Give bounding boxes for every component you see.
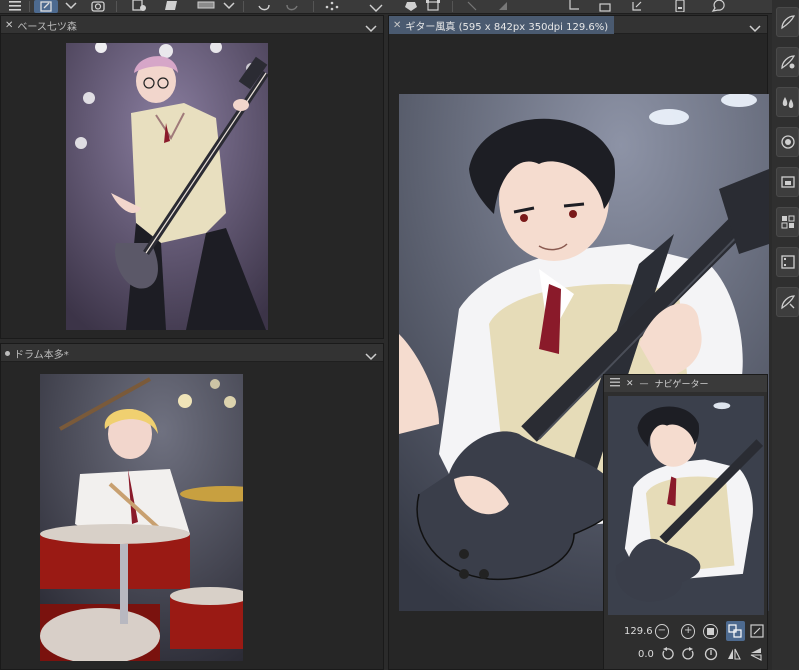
tab-bar: ✕ ベース七ツ森: [1, 16, 383, 34]
canvas-artwork-bass[interactable]: [66, 43, 268, 330]
toolbar-divider: [243, 1, 244, 12]
tab-drums[interactable]: ドラム本多*: [1, 344, 75, 362]
layers-icon[interactable]: [776, 207, 799, 237]
fit-icon[interactable]: [703, 623, 718, 639]
toolbar-divider: [452, 1, 453, 12]
artwork-drums-illustration: [40, 374, 243, 661]
crop-icon[interactable]: [465, 0, 479, 13]
tab-title: ドラム本多*: [14, 349, 69, 361]
top-toolbar: [0, 0, 799, 14]
material-icon[interactable]: [776, 287, 799, 317]
loading-icon[interactable]: [323, 0, 341, 13]
zoom-controls: 129.6 − +: [604, 620, 767, 642]
tab-title: ギター風真 (595 x 842px 350dpi 129.6%): [405, 21, 609, 33]
select-icon[interactable]: [424, 0, 442, 13]
transform-icon[interactable]: [402, 0, 420, 13]
folder-icon[interactable]: [776, 167, 799, 197]
new-canvas-icon[interactable]: [130, 0, 148, 13]
navigator-panel: ✕ — ナビゲーター 129.6 − + 0.0: [603, 374, 768, 670]
circle-icon[interactable]: [776, 127, 799, 157]
select-icon[interactable]: [630, 0, 644, 13]
canvas-icon[interactable]: [598, 0, 612, 13]
film-icon[interactable]: [776, 247, 799, 277]
tab-bar: ✕ ギター風真 (595 x 842px 350dpi 129.6%): [389, 16, 767, 34]
chevron-down-icon[interactable]: [365, 19, 377, 33]
canvas-panel-bass: ✕ ベース七ツ森: [0, 15, 384, 339]
toolbar-divider: [29, 1, 30, 12]
rotation-value[interactable]: 0.0: [638, 649, 656, 660]
rotate-left-icon[interactable]: [657, 644, 677, 664]
minimize-icon[interactable]: —: [640, 379, 649, 389]
flip-vertical-icon[interactable]: [746, 644, 766, 664]
navigator-title-bar: ✕ — ナビゲーター: [604, 375, 767, 392]
toolbar-divider: [313, 1, 314, 12]
edit-icon[interactable]: [34, 0, 58, 13]
redo-icon[interactable]: [283, 0, 301, 13]
canvas-panel-drums: ドラム本多*: [0, 343, 384, 670]
chat-icon[interactable]: [710, 0, 726, 13]
chevron-down-icon[interactable]: [365, 347, 377, 361]
canvas-artwork-drums[interactable]: [40, 374, 243, 661]
close-icon[interactable]: ✕: [393, 20, 401, 31]
navigator-preview[interactable]: [608, 396, 764, 615]
tab-bar: ドラム本多*: [1, 344, 383, 362]
actual-size-icon[interactable]: [725, 621, 745, 641]
tab-guitar[interactable]: ✕ ギター風真 (595 x 842px 350dpi 129.6%): [389, 16, 615, 34]
tab-bass[interactable]: ✕ ベース七ツ森: [1, 16, 83, 34]
fill-icon[interactable]: [163, 0, 181, 13]
fit-screen-icon[interactable]: [748, 621, 767, 641]
rotation-controls: 0.0: [604, 643, 767, 665]
close-icon[interactable]: ✕: [626, 379, 634, 389]
zoom-out-icon[interactable]: −: [654, 623, 670, 639]
color-icon[interactable]: [776, 87, 799, 117]
close-icon[interactable]: ✕: [5, 20, 13, 31]
reset-rotation-icon[interactable]: [701, 644, 721, 664]
menu-icon[interactable]: [8, 0, 22, 13]
artwork-bass-illustration: [66, 43, 268, 330]
undo-icon[interactable]: [255, 0, 273, 13]
clear-icon[interactable]: [367, 0, 385, 13]
camera-icon[interactable]: [90, 0, 106, 13]
app-window: ✕ ベース七ツ森 ドラム本多* ✕ ギター風真 (595 x 842px 350…: [0, 0, 799, 670]
tab-title: ベース七ツ森: [17, 21, 77, 33]
crop-icon[interactable]: [566, 0, 580, 13]
navigator-thumbnail: [608, 396, 764, 615]
toolbar-divider: [116, 1, 117, 12]
handle-icon[interactable]: [610, 377, 620, 390]
rotate-right-icon[interactable]: [679, 644, 699, 664]
layer-icon[interactable]: [196, 0, 216, 13]
zoom-in-icon[interactable]: +: [681, 623, 696, 639]
chevron-down-icon[interactable]: [64, 0, 78, 13]
unsaved-dot-icon: [5, 350, 10, 356]
brush-settings-icon[interactable]: [776, 47, 799, 77]
flip-horizontal-icon[interactable]: [724, 644, 744, 664]
brush-icon[interactable]: [776, 7, 799, 37]
canvas-icon[interactable]: [496, 0, 510, 13]
chevron-down-icon[interactable]: [749, 19, 761, 33]
navigator-title: ナビゲーター: [654, 380, 709, 390]
right-dock: [772, 0, 799, 670]
phone-icon[interactable]: [673, 0, 687, 13]
chevron-down-icon[interactable]: [222, 0, 236, 13]
zoom-value[interactable]: 129.6: [624, 626, 653, 637]
